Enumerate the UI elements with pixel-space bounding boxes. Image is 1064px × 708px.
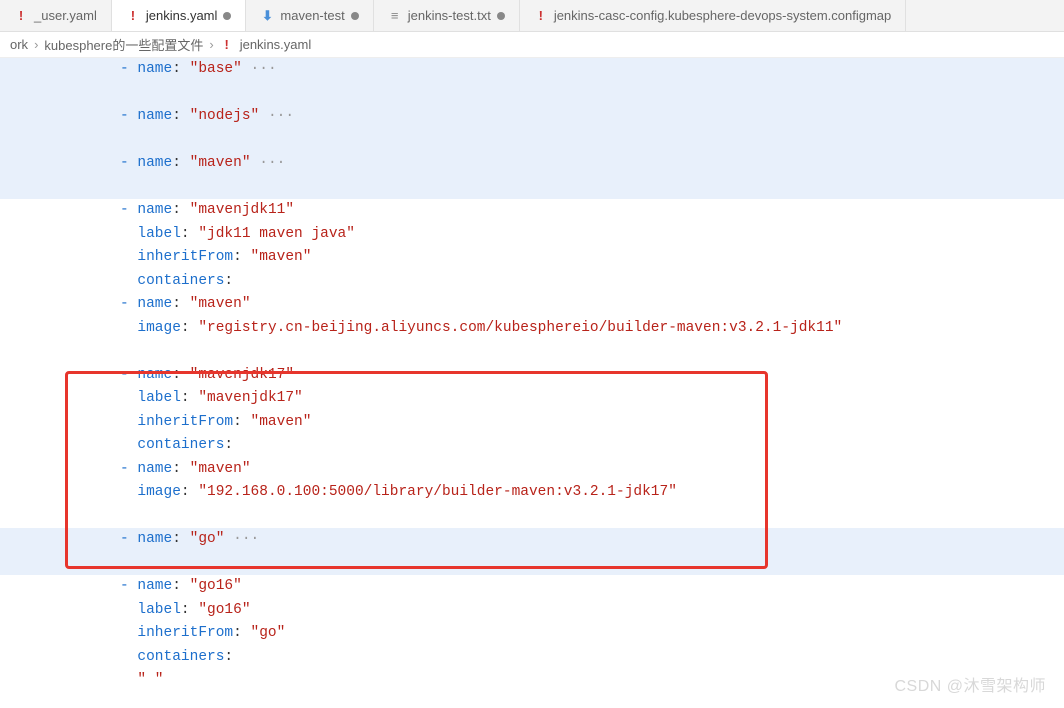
code-line[interactable]: label: "mavenjdk17" bbox=[0, 387, 1064, 411]
code-line[interactable] bbox=[0, 505, 1064, 529]
code-line[interactable]: image: "registry.cn-beijing.aliyuncs.com… bbox=[0, 317, 1064, 341]
tab-label: _user.yaml bbox=[34, 8, 97, 23]
code-content: - name: "mavenjdk11" bbox=[120, 199, 294, 223]
code-line[interactable]: inheritFrom: "go" bbox=[0, 622, 1064, 646]
code-line[interactable] bbox=[0, 340, 1064, 364]
code-line[interactable]: containers: bbox=[0, 270, 1064, 294]
code-line[interactable]: inheritFrom: "maven" bbox=[0, 246, 1064, 270]
code-line[interactable]: - name: "maven" ··· bbox=[0, 152, 1064, 176]
watermark: CSDN @沐雪架构师 bbox=[894, 672, 1046, 696]
code-content: label: "go16" bbox=[120, 599, 251, 623]
code-line[interactable]: image: "192.168.0.100:5000/library/build… bbox=[0, 481, 1064, 505]
code-content: containers: bbox=[120, 646, 233, 670]
code-content: - name: "maven" bbox=[120, 458, 251, 482]
code-line[interactable]: - name: "mavenjdk11" bbox=[0, 199, 1064, 223]
breadcrumb: ork › kubesphere的一些配置文件 › ! jenkins.yaml bbox=[0, 32, 1064, 58]
modified-indicator-icon bbox=[223, 12, 231, 20]
editor-tab[interactable]: ! jenkins.yaml bbox=[112, 0, 247, 31]
code-line[interactable]: label: "go16" bbox=[0, 599, 1064, 623]
code-line[interactable]: - name: "nodejs" ··· bbox=[0, 105, 1064, 129]
code-content: inheritFrom: "maven" bbox=[120, 411, 311, 435]
code-line[interactable]: - name: "maven" bbox=[0, 293, 1064, 317]
code-content: label: "jdk11 maven java" bbox=[120, 223, 355, 247]
code-line[interactable]: inheritFrom: "maven" bbox=[0, 411, 1064, 435]
file-type-icon: ! bbox=[14, 9, 28, 23]
tab-label: jenkins-casc-config.kubesphere-devops-sy… bbox=[554, 8, 891, 23]
code-content: image: "registry.cn-beijing.aliyuncs.com… bbox=[120, 317, 842, 341]
code-line[interactable] bbox=[0, 176, 1064, 200]
editor-tab[interactable]: ≡ jenkins-test.txt bbox=[374, 0, 520, 31]
tab-label: maven-test bbox=[280, 8, 344, 23]
code-editor[interactable]: - name: "base" ··· - name: "nodejs" ··· - … bbox=[0, 58, 1064, 693]
code-line[interactable] bbox=[0, 82, 1064, 106]
yaml-file-icon: ! bbox=[220, 38, 234, 52]
editor-tab[interactable]: ! _user.yaml bbox=[0, 0, 112, 31]
modified-indicator-icon bbox=[351, 12, 359, 20]
code-content: inheritFrom: "maven" bbox=[120, 246, 311, 270]
code-line[interactable]: containers: bbox=[0, 434, 1064, 458]
code-line[interactable] bbox=[0, 552, 1064, 576]
code-content: containers: bbox=[120, 270, 233, 294]
code-line[interactable]: - name: "base" ··· bbox=[0, 58, 1064, 82]
editor-tab[interactable]: ! jenkins-casc-config.kubesphere-devops-s… bbox=[520, 0, 906, 31]
code-line[interactable]: - name: "maven" bbox=[0, 458, 1064, 482]
code-line[interactable]: label: "jdk11 maven java" bbox=[0, 223, 1064, 247]
breadcrumb-file: jenkins.yaml bbox=[240, 37, 312, 52]
code-content: - name: "base" ··· bbox=[120, 58, 277, 82]
code-content: - name: "mavenjdk17" bbox=[120, 364, 294, 388]
file-type-icon: ⬇ bbox=[260, 9, 274, 23]
file-type-icon: ≡ bbox=[388, 9, 402, 23]
code-line[interactable]: - name: "mavenjdk17" bbox=[0, 364, 1064, 388]
code-content: label: "mavenjdk17" bbox=[120, 387, 303, 411]
tab-label: jenkins-test.txt bbox=[408, 8, 491, 23]
code-line[interactable]: - name: "go16" bbox=[0, 575, 1064, 599]
code-line[interactable]: containers: bbox=[0, 646, 1064, 670]
breadcrumb-separator: › bbox=[34, 37, 38, 52]
tab-label: jenkins.yaml bbox=[146, 8, 218, 23]
code-content: - name: "go16" bbox=[120, 575, 242, 599]
file-type-icon: ! bbox=[534, 9, 548, 23]
code-line[interactable] bbox=[0, 129, 1064, 153]
code-content: - name: "nodejs" ··· bbox=[120, 105, 294, 129]
code-content: image: "192.168.0.100:5000/library/build… bbox=[120, 481, 677, 505]
code-content: - name: "maven" bbox=[120, 293, 251, 317]
code-content: containers: bbox=[120, 434, 233, 458]
breadcrumb-part: ork bbox=[10, 37, 28, 52]
editor-tabs: ! _user.yaml! jenkins.yaml ⬇ maven-test ≡ jenk… bbox=[0, 0, 1064, 32]
file-type-icon: ! bbox=[126, 9, 140, 23]
code-content: inheritFrom: "go" bbox=[120, 622, 285, 646]
code-content: " " bbox=[120, 669, 164, 693]
breadcrumb-part: kubesphere的一些配置文件 bbox=[44, 35, 203, 54]
code-content: - name: "maven" ··· bbox=[120, 152, 285, 176]
editor-tab[interactable]: ⬇ maven-test bbox=[246, 0, 373, 31]
code-content: - name: "go" ··· bbox=[120, 528, 259, 552]
modified-indicator-icon bbox=[497, 12, 505, 20]
code-line[interactable]: - name: "go" ··· bbox=[0, 528, 1064, 552]
breadcrumb-separator: › bbox=[209, 37, 213, 52]
